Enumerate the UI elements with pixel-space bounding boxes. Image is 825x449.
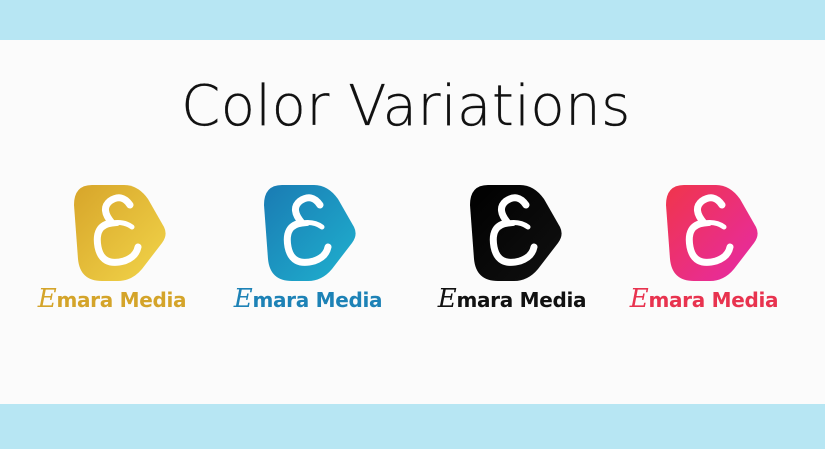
- wordmark-initial: E: [437, 284, 457, 314]
- bottom-band: [0, 404, 825, 449]
- wordmark-initial: E: [629, 284, 649, 314]
- wordmark-text: mara Media: [56, 288, 187, 312]
- wordmark-initial: E: [37, 284, 57, 314]
- wordmark-text: mara Media: [456, 288, 587, 312]
- brand-wordmark: Emara Media: [624, 284, 784, 314]
- top-band: [0, 0, 825, 40]
- wordmark-text: mara Media: [252, 288, 383, 312]
- logo-blue: Emara Media: [228, 183, 388, 323]
- emara-mark-icon: [470, 185, 562, 281]
- page: Color Variations Emara Media Emara Media…: [0, 0, 825, 449]
- brand-wordmark: Emara Media: [228, 284, 388, 314]
- wordmark-text: mara Media: [648, 288, 779, 312]
- brand-wordmark: Emara Media: [432, 284, 592, 314]
- emara-mark-icon: [666, 185, 758, 281]
- logo-gold: Emara Media: [32, 183, 192, 323]
- wordmark-initial: E: [233, 284, 253, 314]
- emara-mark-icon: [74, 185, 166, 281]
- emara-mark-icon: [264, 185, 356, 281]
- logo-pink: Emara Media: [624, 183, 784, 323]
- brand-wordmark: Emara Media: [32, 284, 192, 314]
- logo-black: Emara Media: [432, 183, 592, 323]
- page-title: Color Variations: [181, 74, 631, 139]
